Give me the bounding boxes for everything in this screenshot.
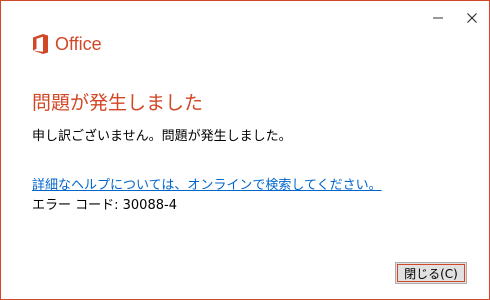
title-bar-controls (421, 1, 489, 35)
close-icon (467, 13, 477, 23)
close-window-button[interactable] (455, 1, 489, 35)
office-logo-icon (33, 34, 48, 54)
minimize-icon (433, 17, 443, 19)
minimize-button[interactable] (421, 1, 455, 35)
error-message: 申し訳ございません。問題が発生しました。 (32, 129, 292, 144)
office-logo: Office (32, 34, 102, 54)
online-help-link[interactable]: 詳細なヘルプについては、オンラインで検索してください。 (32, 174, 382, 193)
error-code-text: エラー コード: 30088-4 (32, 198, 177, 213)
dialog-heading: 問題が発生しました (32, 92, 204, 114)
error-dialog: Office 問題が発生しました 申し訳ございません。問題が発生しました。 詳細… (0, 0, 490, 300)
close-button[interactable]: 閉じる(C) (395, 262, 467, 284)
office-logo-text: Office (55, 34, 102, 54)
